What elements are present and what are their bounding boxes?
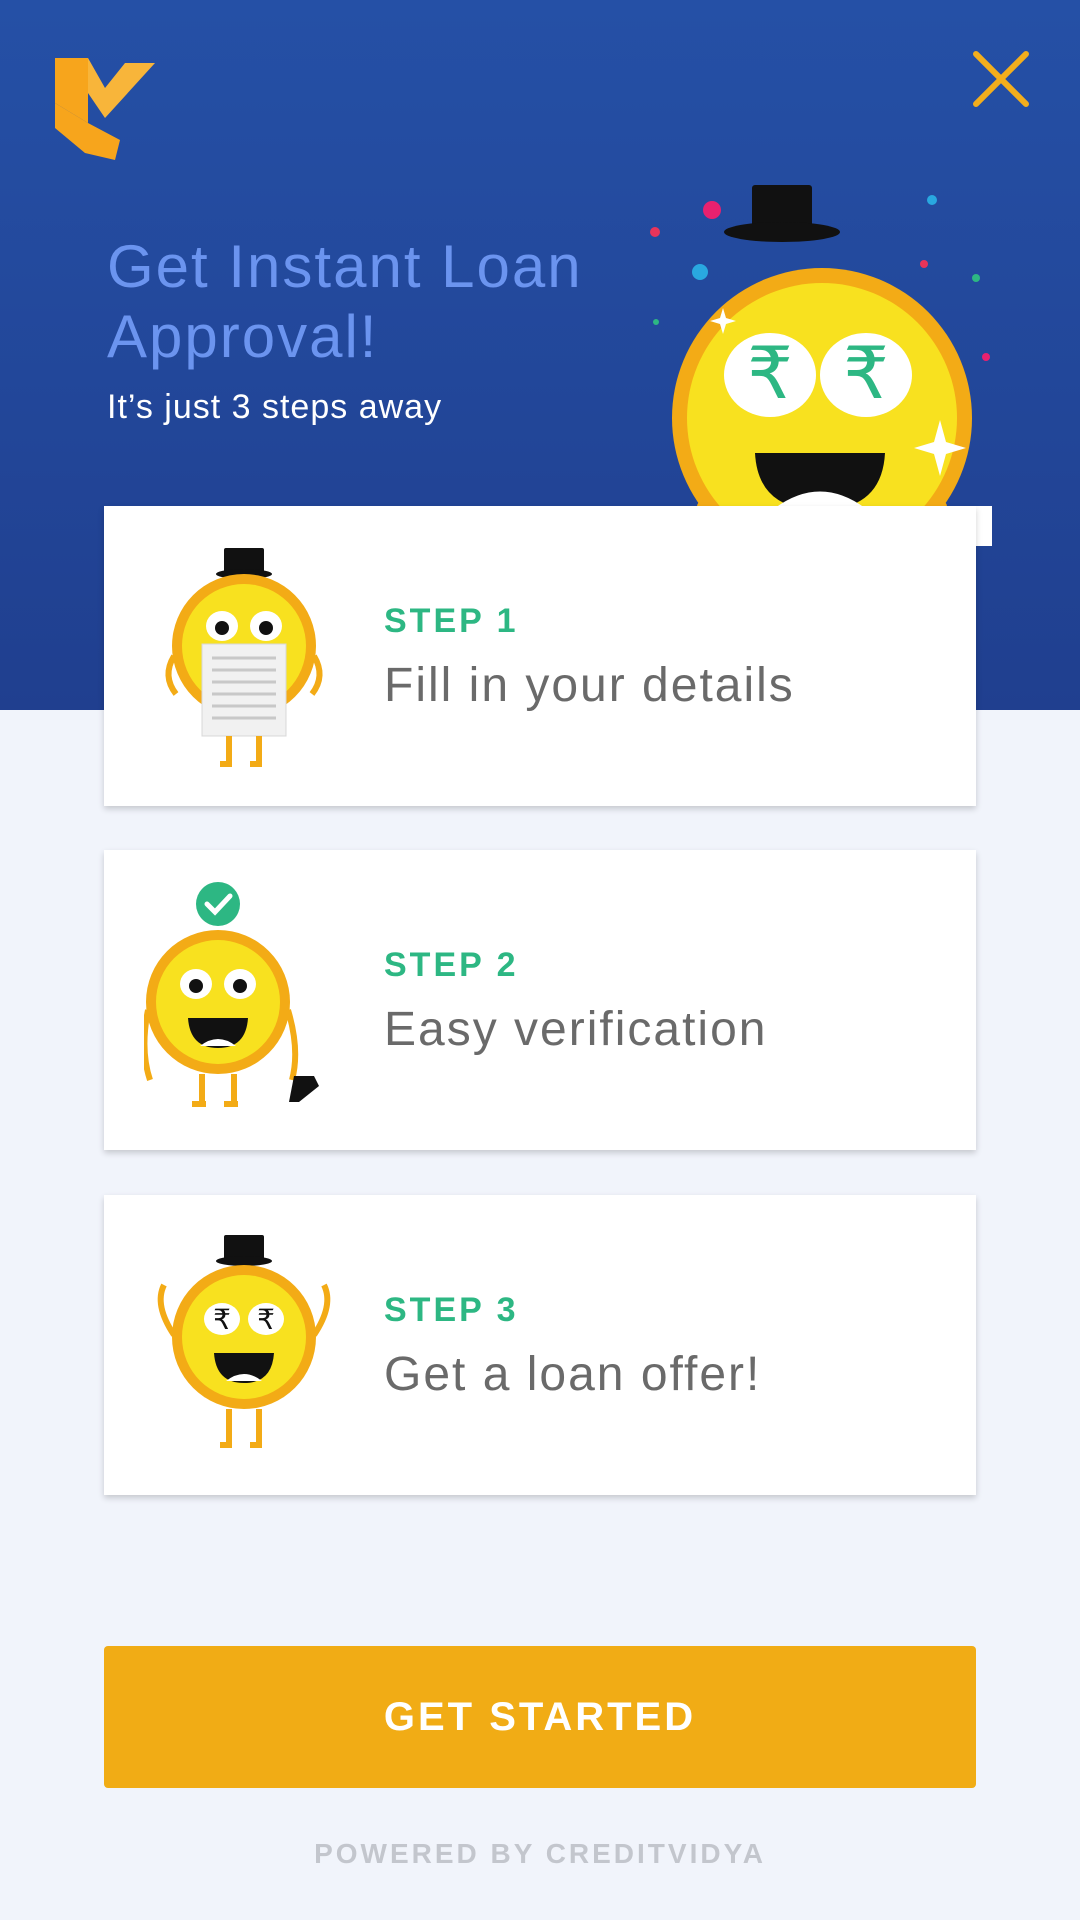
close-icon[interactable]	[970, 48, 1032, 110]
step-label: STEP 3	[384, 1291, 519, 1329]
step-description: Get a loan offer!	[384, 1348, 762, 1401]
coin-mascot-rupee-eyes-icon: ₹ ₹	[157, 1235, 331, 1448]
powered-by-footer: POWERED BY CREDITVIDYA	[314, 1838, 766, 1869]
coin-mascot-top-hat-icon: ₹ ₹	[650, 185, 990, 540]
svg-text:₹: ₹	[843, 331, 889, 415]
step-card-2: STEP 2 Easy verification	[104, 850, 976, 1150]
svg-text:₹: ₹	[747, 331, 793, 415]
step-card-3: ₹ ₹ STEP 3 Get a loan offer!	[104, 1195, 976, 1495]
step-description: Fill in your details	[384, 659, 795, 712]
page-subtitle: It’s just 3 steps away	[107, 388, 443, 426]
get-started-button[interactable]: GET STARTED	[104, 1646, 976, 1788]
step-label: STEP 2	[384, 946, 519, 984]
creditvidya-logo-icon	[55, 58, 155, 160]
step-label: STEP 1	[384, 602, 519, 640]
coin-mascot-holding-document-icon	[165, 548, 323, 767]
svg-text:₹: ₹	[257, 1303, 275, 1336]
step-description: Easy verification	[384, 1003, 768, 1056]
step-card-1: STEP 1 Fill in your details	[104, 506, 976, 806]
coin-mascot-verified-icon	[144, 882, 319, 1107]
page-title: Get Instant Loan Approval!	[107, 233, 583, 370]
svg-text:₹: ₹	[213, 1303, 231, 1336]
